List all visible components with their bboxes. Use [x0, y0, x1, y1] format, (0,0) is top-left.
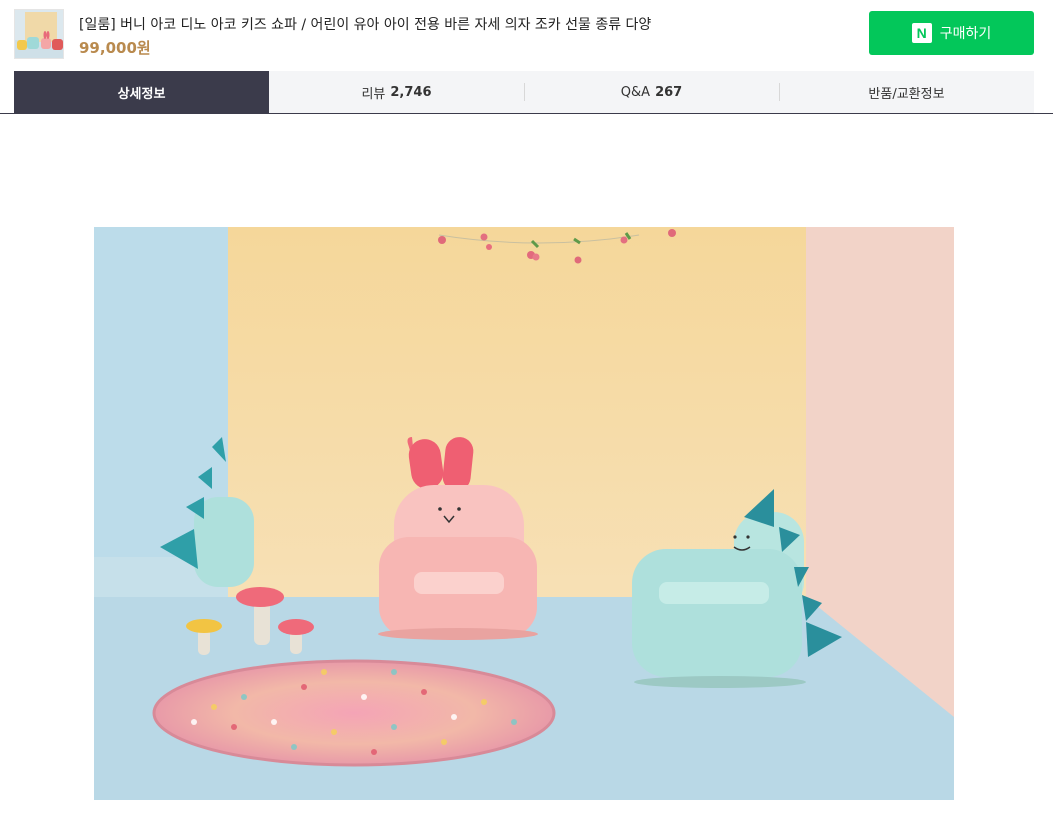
tab-reviews-label: 리뷰 [361, 86, 386, 102]
tab-qna-label: Q&A [620, 84, 651, 100]
product-detail-image [94, 227, 954, 800]
tab-reviews[interactable]: 리뷰 2,746 [269, 71, 524, 113]
buy-button[interactable]: N 구매하기 [869, 11, 1034, 55]
tab-qna-count: 267 [655, 84, 683, 100]
tab-reviews-count: 2,746 [390, 84, 432, 100]
product-header: [일룸] 버니 아코 디노 아코 키즈 쇼파 / 어린이 유아 아이 전용 바른… [0, 0, 1053, 70]
buy-button-label: 구매하기 [939, 26, 992, 42]
product-title: [일룸] 버니 아코 디노 아코 키즈 쇼파 / 어린이 유아 아이 전용 바른… [79, 17, 652, 33]
tab-details-label: 상세정보 [117, 86, 166, 102]
tab-details[interactable]: 상세정보 [14, 71, 269, 113]
tab-qna[interactable]: Q&A 267 [524, 71, 779, 113]
tab-return-exchange[interactable]: 반품/교환정보 [779, 71, 1034, 113]
tab-divider [0, 113, 1053, 114]
tab-return-exchange-label: 반품/교환정보 [868, 86, 945, 102]
product-thumbnail[interactable] [14, 9, 64, 59]
product-price: 99,000원 [79, 39, 151, 57]
naver-pay-icon: N [911, 23, 932, 43]
product-tabs: 상세정보 리뷰 2,746 Q&A 267 반품/교환정보 [14, 71, 1034, 113]
